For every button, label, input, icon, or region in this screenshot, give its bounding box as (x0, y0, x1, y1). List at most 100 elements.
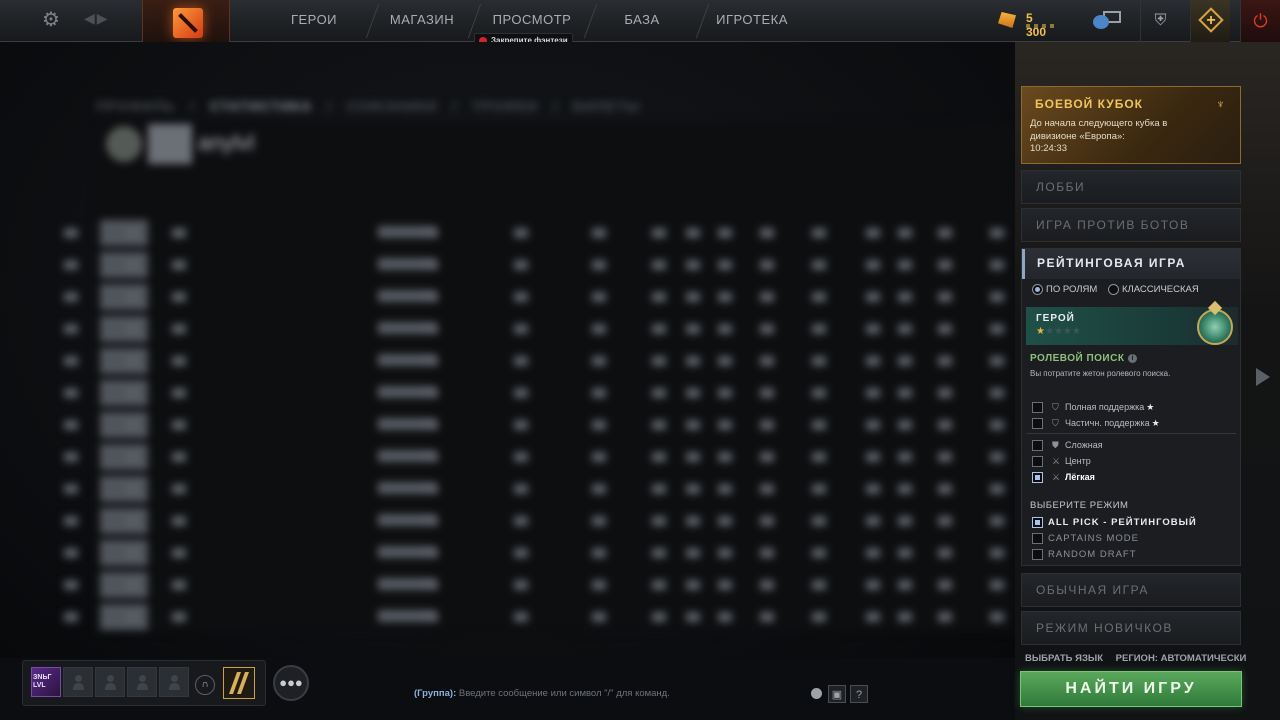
table-cell (424, 484, 438, 494)
checkbox[interactable] (1032, 418, 1043, 429)
table-cell (898, 388, 912, 398)
mode-all-pick[interactable]: ALL PICK - РЕЙТИНГОВЫЙ (1022, 515, 1240, 531)
mode-captains[interactable]: CAPTAINS MODE (1022, 531, 1240, 547)
checkbox[interactable] (1032, 533, 1043, 544)
table-cell (126, 516, 140, 526)
table-cell (938, 516, 952, 526)
novice-button[interactable]: РЕЖИМ НОВИЧКОВ (1021, 611, 1241, 645)
table-cell (126, 260, 140, 270)
table-cell (866, 356, 880, 366)
table-cell (990, 516, 1004, 526)
ranked-header[interactable]: РЕЙТИНГОВАЯ ИГРА (1022, 249, 1240, 279)
region-link[interactable]: РЕГИОН: АВТОМАТИЧЕСКИ (1116, 653, 1247, 664)
table-cell (172, 580, 186, 590)
bots-button[interactable]: ИГРА ПРОТИВ БОТОВ (1021, 208, 1241, 242)
role-soft-support[interactable]: ⛉ Частичн. поддержка ★ (1022, 416, 1240, 432)
tab-store[interactable]: МАГАЗИН (380, 0, 464, 42)
tv-icon[interactable]: ▣ (828, 685, 846, 703)
table-cell (172, 228, 186, 238)
table-cell (64, 324, 78, 334)
language-link[interactable]: ВЫБРАТЬ ЯЗЫК (1025, 653, 1103, 664)
gear-icon[interactable]: ⚙ (40, 9, 62, 31)
role-safelane[interactable]: ⚔ Лёгкая (1022, 470, 1240, 486)
table-cell (652, 324, 666, 334)
chevron-right-icon[interactable] (1256, 368, 1270, 386)
role-offlane[interactable]: ⛊ Сложная (1022, 438, 1240, 454)
lobby-button[interactable]: ЛОББИ (1021, 170, 1241, 204)
hero-thumb (100, 444, 148, 470)
table-cell (866, 580, 880, 590)
friends-icon[interactable]: ●●● (273, 665, 309, 701)
table-cell (812, 452, 826, 462)
table-cell (812, 612, 826, 622)
table-cell (898, 580, 912, 590)
power-icon[interactable]: ⏻ (1240, 0, 1280, 42)
party-slot-self[interactable]: ЗNЬГ LVL (31, 667, 61, 697)
party-rank-icon[interactable] (223, 667, 255, 699)
blurred-content: ПРОФИЛЬ / СТАТИСТИКА / СОЮЗНИКИ / ТРОФЕИ… (0, 42, 1015, 658)
subnav-allies[interactable]: СОЮЗНИКИ (347, 98, 438, 114)
table-cell (172, 260, 186, 270)
armory-icon[interactable]: ⛨ (1140, 0, 1180, 42)
table-cell (686, 228, 700, 238)
table-row (64, 572, 1010, 600)
party-slot-empty[interactable] (95, 667, 125, 697)
help-icon[interactable]: ? (850, 685, 868, 703)
checkbox[interactable] (1032, 456, 1043, 467)
role-hard-support[interactable]: ⛉ Полная поддержка ★ (1022, 400, 1240, 416)
table-cell (990, 260, 1004, 270)
mode-random-draft[interactable]: RANDOM DRAFT (1022, 547, 1240, 563)
queue-role-label: ПО РОЛЯМ (1046, 284, 1098, 295)
table-cell (172, 516, 186, 526)
checkbox[interactable] (1032, 440, 1043, 451)
party-slot-empty[interactable] (127, 667, 157, 697)
tab-heroes[interactable]: ГЕРОИ (270, 0, 358, 42)
battle-cup-title: БОЕВОЙ КУБОК (1035, 97, 1143, 111)
plus-icon[interactable]: + (1190, 0, 1230, 42)
tab-learn[interactable]: БАЗА ЗНАНИЙ (594, 0, 690, 67)
subnav-stats[interactable]: СТАТИСТИКА (210, 98, 313, 114)
checkbox[interactable] (1032, 402, 1043, 413)
info-icon[interactable]: i (1128, 354, 1137, 363)
subnav-tickets[interactable]: БИЛЕТЫ (573, 98, 641, 114)
nav-arrows-icon[interactable]: ◀▶ (84, 10, 110, 27)
tab-arcade[interactable]: ИГРОТЕКА (710, 0, 794, 42)
queue-classic-radio[interactable]: КЛАССИЧЕСКАЯ (1108, 283, 1218, 297)
table-cell (514, 356, 528, 366)
battle-cup-card[interactable]: БОЕВОЙ КУБОК ♆ До начала следующего кубк… (1021, 86, 1241, 164)
party-slot-empty[interactable] (63, 667, 93, 697)
headset-icon[interactable]: ∩ (195, 675, 215, 695)
table-cell (938, 420, 952, 430)
subnav-profile[interactable]: ПРОФИЛЬ (96, 98, 175, 114)
checkbox-checked[interactable] (1032, 517, 1043, 528)
subnav-trophies[interactable]: ТРОФЕИ (472, 98, 538, 114)
star-empty-icon: ★ (1053, 326, 1063, 337)
role-label: Центр (1065, 456, 1091, 466)
table-cell (898, 612, 912, 622)
queue-role-radio[interactable]: ПО РОЛЯМ (1032, 283, 1112, 297)
find-game-button[interactable]: НАЙТИ ИГРУ (1020, 671, 1242, 707)
chat-channel: (Группа): (414, 688, 457, 699)
chat-input[interactable]: (Группа): Введите сообщение или символ "… (414, 688, 670, 699)
chat-icon[interactable] (1087, 0, 1127, 42)
table-cell (898, 356, 912, 366)
table-cell (990, 484, 1004, 494)
table-cell (866, 548, 880, 558)
party-slot-empty[interactable] (159, 667, 189, 697)
table-cell (898, 516, 912, 526)
table-cell (898, 452, 912, 462)
table-cell (718, 356, 732, 366)
table-row (64, 380, 1010, 408)
role-mid[interactable]: ⚔ Центр (1022, 454, 1240, 470)
table-cell (172, 548, 186, 558)
table-cell (652, 420, 666, 430)
emoji-icon[interactable] (808, 685, 826, 703)
table-cell (718, 516, 732, 526)
checkbox[interactable] (1032, 549, 1043, 560)
battle-cup-text: До начала следующего кубка в дивизионе «… (1030, 118, 1210, 156)
mode-label: CAPTAINS MODE (1048, 533, 1139, 544)
table-cell (718, 292, 732, 302)
unranked-button[interactable]: ОБЫЧНАЯ ИГРА (1021, 573, 1241, 607)
dota-logo-icon[interactable] (142, 0, 230, 48)
checkbox-checked[interactable] (1032, 472, 1043, 483)
